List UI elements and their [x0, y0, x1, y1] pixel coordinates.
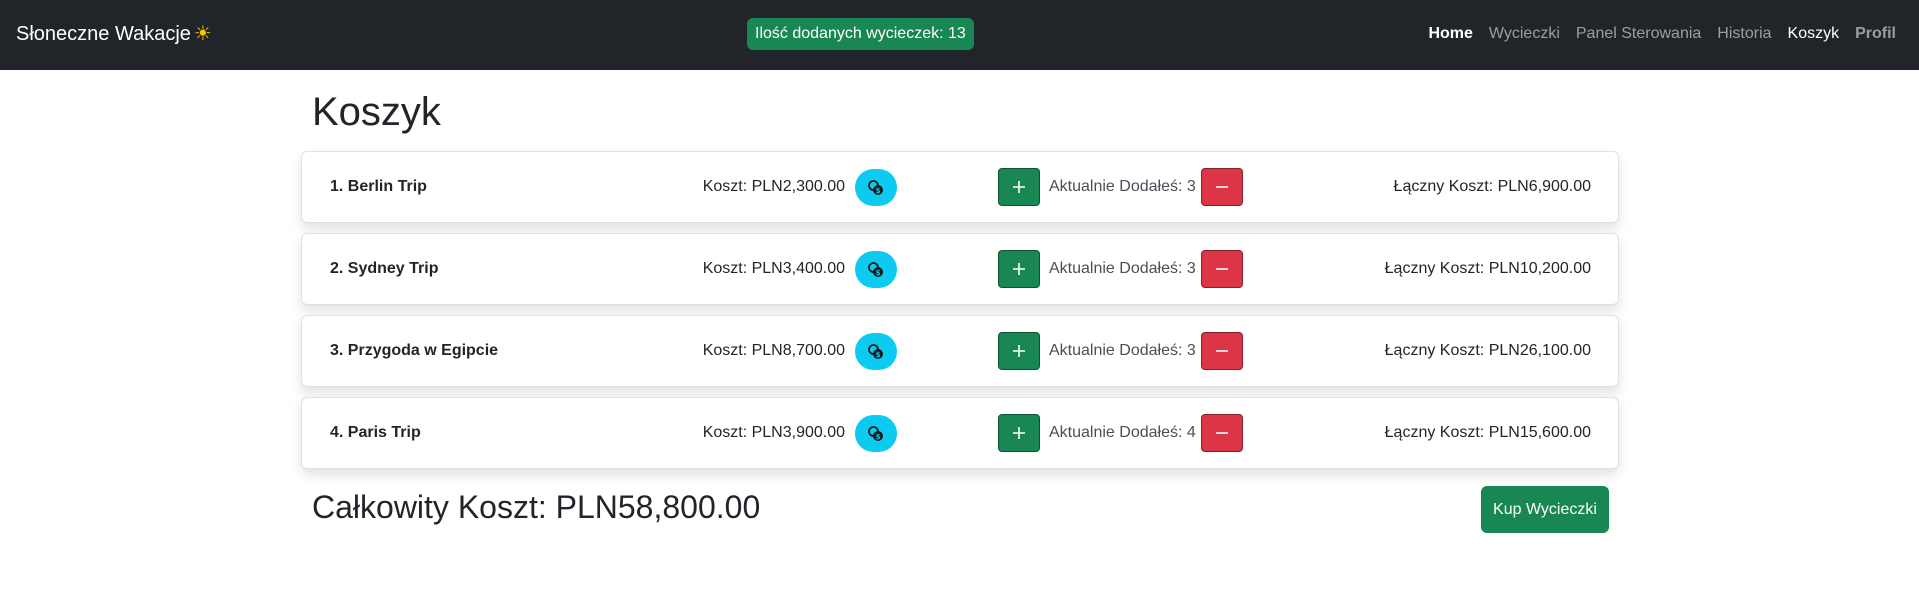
nav-links: Home Wycieczki Panel Sterowania Historia…	[1428, 24, 1896, 44]
navbar: Słoneczne Wakacje ☀ Ilość dodanych wycie…	[0, 0, 1919, 70]
svg-text:$: $	[876, 351, 881, 359]
decrease-quantity-button[interactable]	[1201, 250, 1243, 288]
coins-icon: $	[868, 343, 883, 359]
minus-icon	[1216, 268, 1228, 270]
trip-name: 4. Paris Trip	[330, 424, 421, 441]
svg-text:$: $	[876, 269, 881, 277]
trip-cost: Koszt: PLN3,900.00	[702, 424, 845, 441]
decrease-quantity-button[interactable]	[1201, 332, 1243, 370]
coins-icon: $	[868, 425, 883, 441]
grand-total: Całkowity Koszt: PLN58,800.00	[312, 489, 761, 525]
sun-icon: ☀	[193, 23, 212, 45]
minus-icon	[1216, 186, 1228, 188]
coins-icon: $	[868, 261, 883, 277]
plus-icon	[1013, 345, 1025, 357]
page-title: Koszyk	[312, 90, 441, 134]
brand-name: Słoneczne Wakacje	[16, 23, 191, 45]
quantity-label: Aktualnie Dodałeś: 3	[1049, 178, 1196, 195]
decrease-quantity-button[interactable]	[1201, 414, 1243, 452]
quantity-label: Aktualnie Dodałeś: 4	[1049, 424, 1196, 441]
trip-total-cost: Łączny Koszt: PLN6,900.00	[1393, 178, 1591, 195]
cart-item-row: 2. Sydney Trip Koszt: PLN3,400.00 $ Aktu…	[301, 233, 1619, 305]
trip-total-cost: Łączny Koszt: PLN10,200.00	[1384, 260, 1591, 277]
coins-button[interactable]: $	[855, 333, 897, 370]
trip-name: 2. Sydney Trip	[330, 260, 439, 277]
trip-cost: Koszt: PLN8,700.00	[702, 342, 845, 359]
plus-icon	[1013, 427, 1025, 439]
trip-cost: Koszt: PLN3,400.00	[702, 260, 845, 277]
increase-quantity-button[interactable]	[998, 250, 1040, 288]
trip-total-cost: Łączny Koszt: PLN26,100.00	[1384, 342, 1591, 359]
buy-trips-button[interactable]: Kup Wycieczki	[1481, 486, 1609, 533]
minus-icon	[1216, 432, 1228, 434]
cart-item-row: 4. Paris Trip Koszt: PLN3,900.00 $ Aktua…	[301, 397, 1619, 469]
trip-cost: Koszt: PLN2,300.00	[702, 178, 845, 195]
svg-text:$: $	[876, 187, 881, 195]
trip-name: 1. Berlin Trip	[330, 178, 427, 195]
brand-link[interactable]: Słoneczne Wakacje ☀	[16, 22, 212, 46]
nav-link-trips[interactable]: Wycieczki	[1489, 24, 1560, 44]
plus-icon	[1013, 263, 1025, 275]
decrease-quantity-button[interactable]	[1201, 168, 1243, 206]
quantity-label: Aktualnie Dodałeś: 3	[1049, 342, 1196, 359]
minus-icon	[1216, 350, 1228, 352]
nav-link-panel[interactable]: Panel Sterowania	[1576, 24, 1701, 44]
increase-quantity-button[interactable]	[998, 332, 1040, 370]
coins-button[interactable]: $	[855, 415, 897, 452]
coins-button[interactable]: $	[855, 169, 897, 206]
nav-link-home[interactable]: Home	[1428, 24, 1472, 44]
cart-item-row: 3. Przygoda w Egipcie Koszt: PLN8,700.00…	[301, 315, 1619, 387]
trip-name: 3. Przygoda w Egipcie	[330, 342, 499, 359]
quantity-label: Aktualnie Dodałeś: 3	[1049, 260, 1196, 277]
svg-text:$: $	[876, 433, 881, 441]
coins-icon: $	[868, 179, 883, 195]
added-trips-count-badge: Ilość dodanych wycieczek: 13	[747, 18, 974, 50]
trip-total-cost: Łączny Koszt: PLN15,600.00	[1384, 424, 1591, 441]
nav-link-profile[interactable]: Profil	[1855, 24, 1896, 44]
cart-item-row: 1. Berlin Trip Koszt: PLN2,300.00 $ Aktu…	[301, 151, 1619, 223]
plus-icon	[1013, 181, 1025, 193]
coins-button[interactable]: $	[855, 251, 897, 288]
increase-quantity-button[interactable]	[998, 414, 1040, 452]
nav-link-history[interactable]: Historia	[1717, 24, 1771, 44]
nav-link-cart[interactable]: Koszyk	[1788, 24, 1840, 44]
increase-quantity-button[interactable]	[998, 168, 1040, 206]
